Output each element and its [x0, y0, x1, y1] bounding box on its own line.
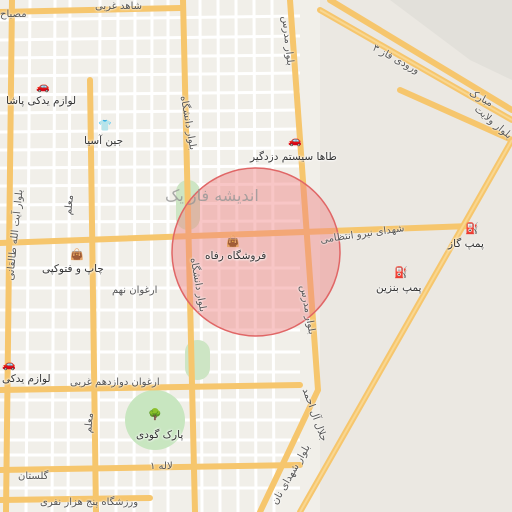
road-label-moalem-bottom: معلم: [83, 412, 97, 434]
shopping-bag-icon[interactable]: 👜: [226, 235, 240, 249]
road-label-lale-1: لاله ۱: [150, 461, 173, 472]
car-icon[interactable]: 🚗: [2, 358, 16, 372]
poi-label-taha-system[interactable]: طاها سیستم دزدگیر: [250, 152, 337, 163]
shirt-icon[interactable]: 👕: [98, 119, 112, 133]
poi-label-park-goudi[interactable]: پارک گودی: [136, 430, 183, 441]
car-icon[interactable]: 🚗: [288, 134, 302, 148]
poi-label-lavazem-pashah[interactable]: لوازم یدکی پاشا: [6, 96, 76, 107]
poi-label-pump-benzin[interactable]: پمپ بنزین: [376, 283, 421, 294]
road-label-golestan: گلستان: [18, 471, 49, 482]
road-label-moalem-top: معلم: [63, 194, 77, 216]
road-label-arghavan-9: ارغوان نهم: [112, 285, 158, 296]
park-tree-icon[interactable]: 🌳: [148, 408, 162, 422]
road-label-mesbah: مصباح: [0, 9, 27, 20]
poi-label-jin-asia[interactable]: جین آسیا: [84, 136, 123, 147]
road-label-shahed-west: شاهد غربی: [95, 1, 142, 12]
car-icon[interactable]: 🚗: [36, 80, 50, 94]
poi-label-pump-gas[interactable]: پمپ گاز: [448, 239, 484, 250]
area-label-andishe: اندیشه فاز یک: [165, 186, 259, 205]
fuel-pump-icon[interactable]: ⛽: [465, 222, 479, 236]
poi-label-chap-fotokopi[interactable]: چاپ و فتوکپی: [42, 264, 104, 275]
shopping-bag-icon[interactable]: 👜: [70, 248, 84, 262]
poi-label-lavazem-yadaki[interactable]: لوازم یدکی: [2, 374, 51, 385]
fuel-pump-icon[interactable]: ⛽: [394, 266, 408, 280]
map-canvas[interactable]: اندیشه فاز یک شاهد غربی بلوار مدرس ورودی…: [0, 0, 512, 512]
road-label-arghavan-12: ارغوان دوازدهم غربی: [70, 377, 160, 388]
road-label-varzeshgah: ورزشگاه پنج هزار نفری: [40, 497, 139, 508]
poi-label-forushgah-refah[interactable]: فروشگاه رفاه: [205, 251, 266, 262]
